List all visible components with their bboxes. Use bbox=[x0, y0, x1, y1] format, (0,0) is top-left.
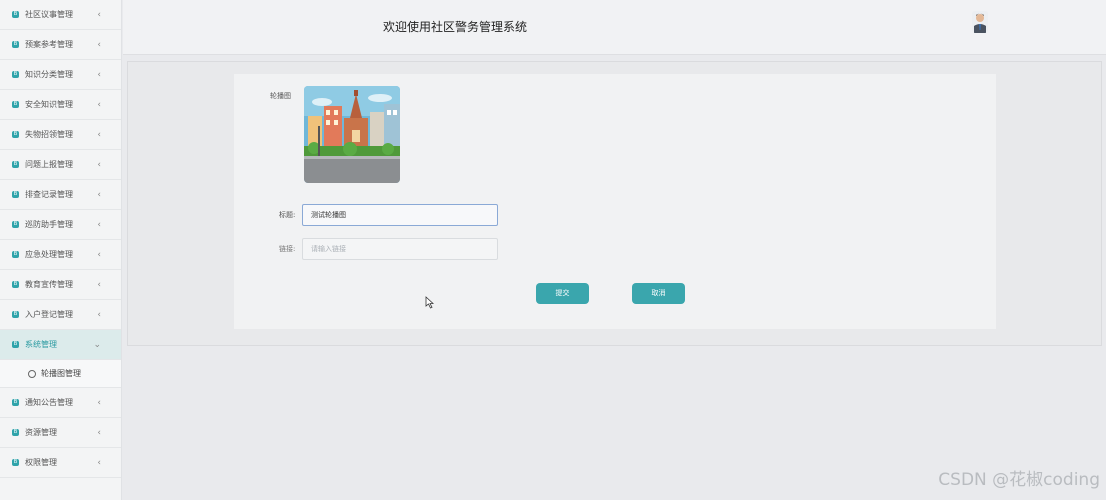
sidebar-item-a-7[interactable]: B 巡防助手管理 ‹ bbox=[0, 210, 121, 240]
title-label: 标题: bbox=[279, 211, 296, 219]
page-title: 欢迎使用社区警务管理系统 bbox=[383, 20, 528, 34]
sidebar-item-b-2[interactable]: B 权限管理 ‹ bbox=[0, 448, 121, 478]
sidebar-item-label: 资源管理 bbox=[25, 428, 57, 437]
sidebar-item-label: 社区议事管理 bbox=[25, 10, 73, 19]
chevron-left-icon: ‹ bbox=[97, 219, 101, 230]
avatar-icon bbox=[972, 11, 988, 33]
sidebar-item-a-9[interactable]: B 教育宣传管理 ‹ bbox=[0, 270, 121, 300]
sidebar-item-system[interactable]: B 系统管理 ⌄ bbox=[0, 330, 121, 360]
title-input[interactable] bbox=[302, 204, 498, 226]
menu-badge-icon: B bbox=[12, 11, 19, 18]
link-label: 链接: bbox=[279, 245, 296, 253]
chevron-left-icon: ‹ bbox=[97, 129, 101, 140]
cancel-button[interactable]: 取消 bbox=[632, 283, 685, 304]
carousel-label: 轮播图 bbox=[270, 92, 291, 100]
sidebar-item-b-0[interactable]: B 通知公告管理 ‹ bbox=[0, 388, 121, 418]
sidebar-item-label: 失物招领管理 bbox=[25, 130, 73, 139]
chevron-left-icon: ‹ bbox=[97, 249, 101, 260]
sidebar-item-a-2[interactable]: B 知识分类管理 ‹ bbox=[0, 60, 121, 90]
chevron-left-icon: ‹ bbox=[97, 159, 101, 170]
chevron-left-icon: ‹ bbox=[97, 189, 101, 200]
sidebar-item-label: 巡防助手管理 bbox=[25, 220, 73, 229]
menu-badge-icon: B bbox=[12, 191, 19, 198]
sidebar-item-label: 通知公告管理 bbox=[25, 398, 73, 407]
sidebar-item-label: 预案参考管理 bbox=[25, 40, 73, 49]
menu-badge-icon: B bbox=[12, 221, 19, 228]
chevron-left-icon: ‹ bbox=[97, 99, 101, 110]
sidebar: B 社区议事管理 ‹ B 预案参考管理 ‹ B 知识分类管理 ‹ B 安全知识管理 ‹ B 失物招领管理 ‹… bbox=[0, 0, 122, 500]
watermark: CSDN @花椒coding bbox=[938, 470, 1100, 490]
sidebar-item-label: 知识分类管理 bbox=[25, 70, 73, 79]
sidebar-item-label: 权限管理 bbox=[25, 458, 57, 467]
menu-badge-icon: B bbox=[12, 71, 19, 78]
chevron-down-icon: ⌄ bbox=[93, 339, 101, 350]
sidebar-item-a-6[interactable]: B 排查记录管理 ‹ bbox=[0, 180, 121, 210]
sidebar-item-a-8[interactable]: B 应急处理管理 ‹ bbox=[0, 240, 121, 270]
submenu-item-label: 轮播图管理 bbox=[41, 369, 81, 378]
sidebar-item-a-5[interactable]: B 问题上报管理 ‹ bbox=[0, 150, 121, 180]
sidebar-item-label: 入户登记管理 bbox=[25, 310, 73, 319]
chevron-left-icon: ‹ bbox=[97, 309, 101, 320]
menu-badge-icon: B bbox=[12, 311, 19, 318]
avatar[interactable] bbox=[972, 11, 988, 33]
sidebar-item-a-10[interactable]: B 入户登记管理 ‹ bbox=[0, 300, 121, 330]
menu-badge-icon: B bbox=[12, 281, 19, 288]
menu-badge-icon: B bbox=[12, 101, 19, 108]
chevron-left-icon: ‹ bbox=[97, 427, 101, 438]
menu-badge-icon: B bbox=[12, 131, 19, 138]
menu-badge-icon: B bbox=[12, 459, 19, 466]
mouse-cursor-icon bbox=[425, 294, 435, 313]
sidebar-item-label: 系统管理 bbox=[25, 340, 57, 349]
chevron-left-icon: ‹ bbox=[97, 39, 101, 50]
sidebar-item-b-1[interactable]: B 资源管理 ‹ bbox=[0, 418, 121, 448]
sidebar-item-a-0[interactable]: B 社区议事管理 ‹ bbox=[0, 0, 121, 30]
submenu-item-carousel[interactable]: 轮播图管理 bbox=[0, 360, 121, 388]
submit-button[interactable]: 提交 bbox=[536, 283, 589, 304]
chevron-left-icon: ‹ bbox=[97, 69, 101, 80]
top-header: 欢迎使用社区警务管理系统 bbox=[123, 0, 1106, 55]
chevron-left-icon: ‹ bbox=[97, 457, 101, 468]
sidebar-item-a-4[interactable]: B 失物招领管理 ‹ bbox=[0, 120, 121, 150]
chevron-left-icon: ‹ bbox=[97, 279, 101, 290]
sidebar-item-label: 教育宣传管理 bbox=[25, 280, 73, 289]
city-image bbox=[304, 86, 400, 183]
chevron-left-icon: ‹ bbox=[97, 397, 101, 408]
carousel-image[interactable] bbox=[304, 86, 400, 183]
menu-badge-icon: B bbox=[12, 341, 19, 348]
menu-badge-icon: B bbox=[12, 429, 19, 436]
menu-badge-icon: B bbox=[12, 161, 19, 168]
link-input[interactable] bbox=[302, 238, 498, 260]
menu-badge-icon: B bbox=[12, 41, 19, 48]
menu-badge-icon: B bbox=[12, 399, 19, 406]
sidebar-item-a-1[interactable]: B 预案参考管理 ‹ bbox=[0, 30, 121, 60]
sidebar-item-label: 排查记录管理 bbox=[25, 190, 73, 199]
chevron-left-icon: ‹ bbox=[97, 9, 101, 20]
sidebar-item-label: 安全知识管理 bbox=[25, 100, 73, 109]
sidebar-item-label: 应急处理管理 bbox=[25, 250, 73, 259]
sidebar-item-label: 问题上报管理 bbox=[25, 160, 73, 169]
circle-icon bbox=[28, 369, 36, 378]
sidebar-item-a-3[interactable]: B 安全知识管理 ‹ bbox=[0, 90, 121, 120]
menu-badge-icon: B bbox=[12, 251, 19, 258]
